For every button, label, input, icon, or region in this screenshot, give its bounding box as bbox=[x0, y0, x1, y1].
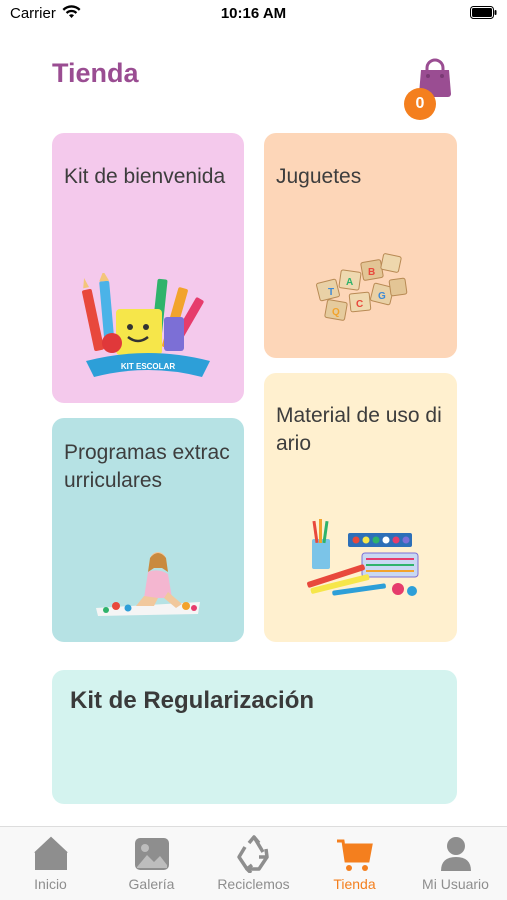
category-card-regularizacion[interactable]: Kit de Regularización bbox=[52, 670, 457, 804]
tab-label: Mi Usuario bbox=[422, 876, 489, 892]
shopping-bag-button[interactable]: 0 bbox=[404, 58, 454, 120]
category-card-programas[interactable]: Programas extracurriculares bbox=[52, 418, 244, 642]
child-painting-illustration bbox=[96, 552, 200, 616]
gallery-icon bbox=[134, 838, 169, 870]
svg-text:A: A bbox=[346, 277, 353, 288]
tab-tienda[interactable]: Tienda bbox=[304, 827, 405, 900]
card-title: Kit de bienvenida bbox=[64, 165, 226, 188]
status-time: 10:16 AM bbox=[220, 5, 287, 22]
tab-galeria[interactable]: Galería bbox=[101, 827, 202, 900]
tab-label: Inicio bbox=[34, 876, 67, 892]
tab-label: Tienda bbox=[333, 876, 376, 892]
tab-label: Reciclemos bbox=[217, 876, 290, 892]
svg-text:Q: Q bbox=[332, 307, 340, 318]
page-title: Tienda bbox=[52, 58, 139, 88]
svg-text:B: B bbox=[368, 267, 375, 278]
school-kit-illustration: KIT ESCOLAR bbox=[82, 273, 210, 377]
cart-count-badge: 0 bbox=[404, 88, 436, 120]
art-supplies-illustration bbox=[307, 519, 419, 596]
card-title: Programas extracurriculares bbox=[64, 441, 230, 492]
tab-reciclemos[interactable]: Reciclemos bbox=[203, 827, 304, 900]
category-card-kit-bienvenida[interactable]: Kit de bienvenida KIT ESCOLAR bbox=[52, 133, 244, 403]
recycle-icon bbox=[236, 835, 269, 873]
tab-mi-usuario[interactable]: Mi Usuario bbox=[405, 827, 506, 900]
wooden-blocks-illustration: T A B Q C G bbox=[316, 253, 408, 321]
tab-inicio[interactable]: Inicio bbox=[0, 827, 101, 900]
card-title: Juguetes bbox=[276, 165, 362, 188]
tab-label: Galería bbox=[128, 876, 175, 892]
svg-text:G: G bbox=[378, 291, 386, 302]
card-title: Kit de Regularización bbox=[70, 687, 315, 714]
kit-illustration-label: KIT ESCOLAR bbox=[121, 362, 175, 371]
svg-text:C: C bbox=[356, 299, 363, 310]
tab-bar: Inicio Galería Reciclemos Tienda Mi Usua… bbox=[0, 826, 507, 900]
status-bar: Carrier 10:16 AM bbox=[0, 0, 507, 30]
battery-icon bbox=[470, 6, 497, 19]
svg-text:T: T bbox=[328, 287, 334, 298]
card-title: Material de uso diario bbox=[276, 404, 442, 455]
category-card-material[interactable]: Material de uso diario bbox=[264, 373, 457, 642]
category-card-juguetes[interactable]: Juguetes T A B Q C G bbox=[264, 133, 457, 358]
cart-icon bbox=[336, 839, 373, 871]
user-icon bbox=[440, 837, 471, 871]
home-icon bbox=[33, 836, 68, 870]
